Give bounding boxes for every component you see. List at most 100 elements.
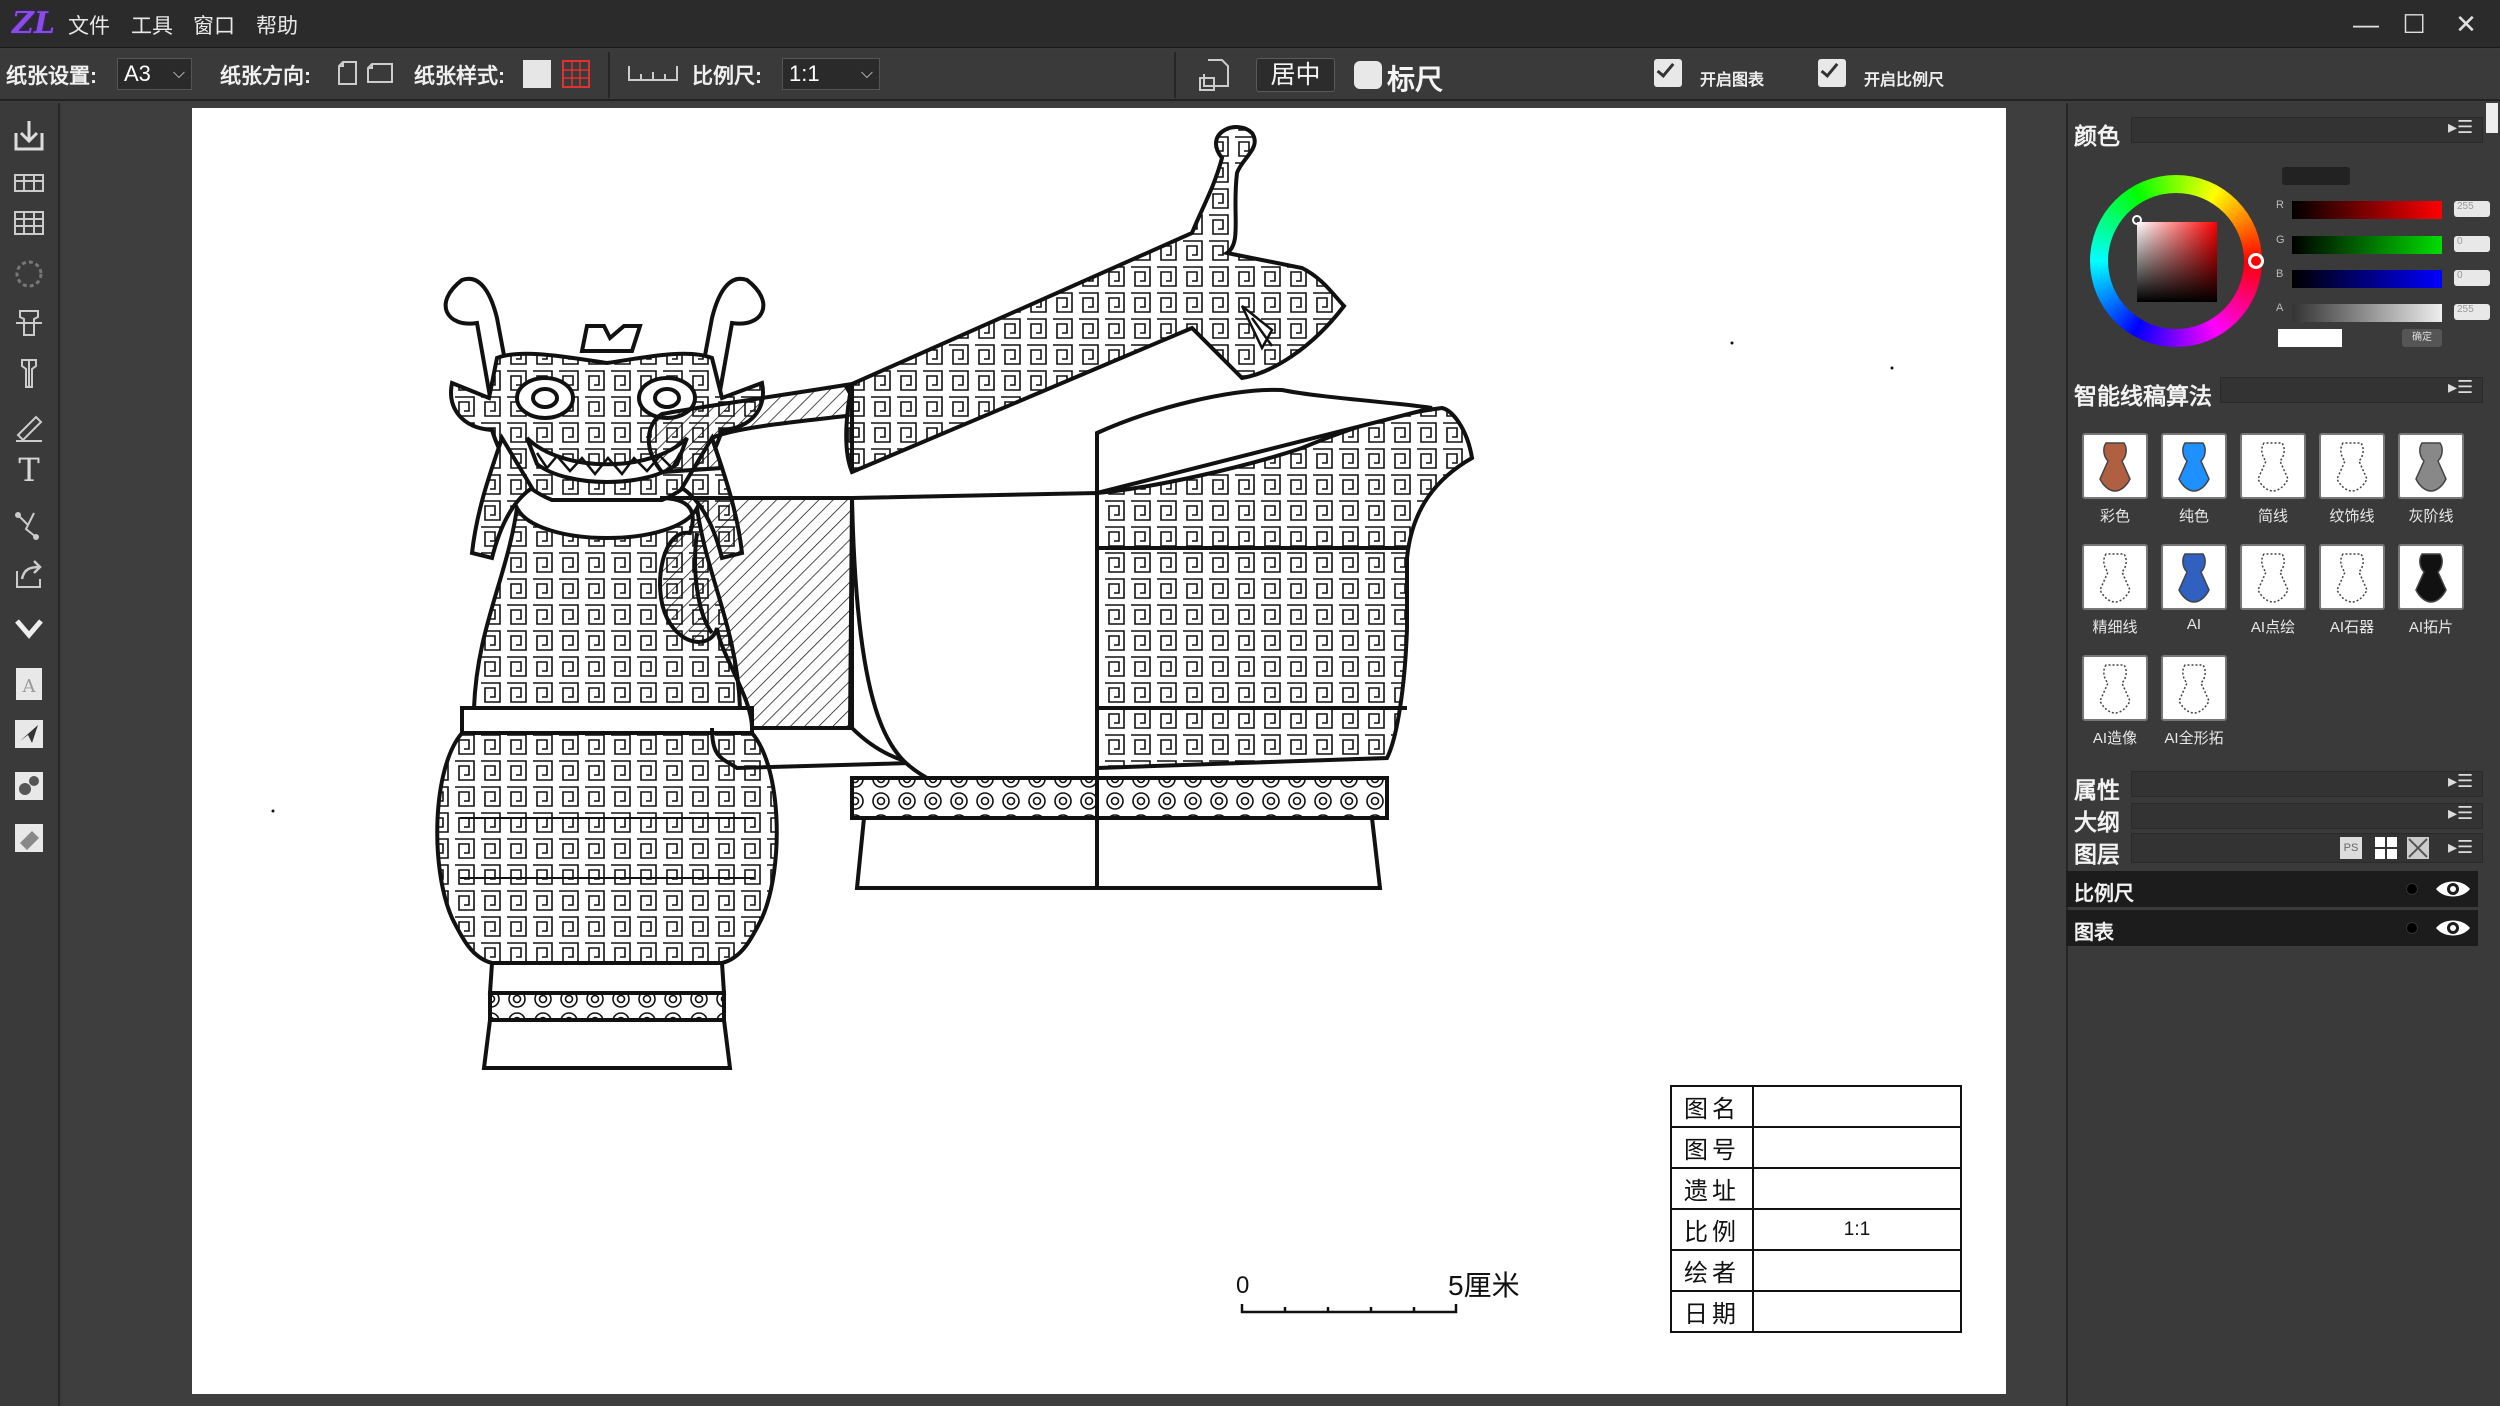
algorithm-label: 纯色 <box>2178 508 2209 525</box>
algorithm-thumbnail[interactable] <box>2161 655 2227 721</box>
plain-paper-swatch[interactable] <box>523 60 551 88</box>
grid-layout-icon[interactable] <box>2374 836 2398 860</box>
toolbar-separator <box>608 52 610 98</box>
algorithm-thumbnail[interactable] <box>2398 544 2464 610</box>
algorithm-thumbnail[interactable] <box>2082 433 2148 499</box>
paper-center-icon[interactable] <box>1198 56 1234 92</box>
ruler-checkbox[interactable] <box>1354 61 1382 89</box>
algorithm-label: AI点绘 <box>2250 619 2296 636</box>
send-icon[interactable] <box>8 713 50 755</box>
scrollbar-thumb[interactable] <box>2486 103 2498 133</box>
table-cell-value[interactable] <box>1752 1290 1962 1333</box>
import-icon[interactable] <box>8 115 50 157</box>
algorithm-thumbnail[interactable] <box>2082 544 2148 610</box>
export-icon[interactable] <box>8 553 50 595</box>
properties-panel-title[interactable]: 属性 <box>2074 771 2120 805</box>
grid-icon[interactable] <box>8 201 50 243</box>
maximize-button[interactable]: ☐ <box>2384 4 2444 44</box>
outline-panel-title[interactable]: 大纲 <box>2074 803 2120 837</box>
channel-r-value[interactable]: 255 <box>2454 201 2490 217</box>
algorithm-panel-header <box>2220 377 2483 403</box>
channel-r-slider[interactable] <box>2292 201 2442 219</box>
panel-menu-icon[interactable]: ▸☰ <box>2448 377 2473 398</box>
hue-handle[interactable] <box>2248 253 2264 269</box>
scale-bar <box>1240 1304 1458 1314</box>
table-icon[interactable] <box>8 161 50 203</box>
table-cell-value[interactable]: 1:1 <box>1752 1208 1962 1251</box>
chevron-down-icon[interactable] <box>8 607 50 649</box>
pattern-icon[interactable] <box>8 765 50 807</box>
algorithm-thumbnail[interactable] <box>2161 433 2227 499</box>
algorithm-thumbnail[interactable] <box>2398 433 2464 499</box>
properties-panel-header <box>2131 771 2483 797</box>
table-cell-value[interactable] <box>1752 1167 1962 1210</box>
menu-window[interactable]: 窗口 <box>193 10 235 40</box>
channel-b-slider[interactable] <box>2292 270 2442 288</box>
close-button[interactable]: ✕ <box>2436 4 2496 44</box>
scale-bar-start-label: 0 <box>1236 1272 1250 1299</box>
menu-file[interactable]: 文件 <box>68 10 110 40</box>
panel-menu-icon[interactable]: ▸☰ <box>2448 771 2473 792</box>
panel-menu-icon[interactable]: ▸☰ <box>2448 803 2473 824</box>
delete-layer-icon[interactable] <box>2406 836 2430 860</box>
node-edit-icon[interactable] <box>8 503 50 545</box>
table-cell-value[interactable] <box>1752 1249 1962 1292</box>
eraser-pen-icon[interactable] <box>8 405 50 447</box>
layer-row-scale[interactable]: 比例尺 <box>2066 871 2478 907</box>
watermark-icon[interactable]: A <box>8 663 50 705</box>
text-tool-icon[interactable]: T <box>8 449 50 491</box>
layer-dot-icon[interactable] <box>2406 922 2418 934</box>
center-button[interactable]: 居中 <box>1256 58 1335 92</box>
color-hex-field[interactable] <box>2282 167 2350 185</box>
menu-tools[interactable]: 工具 <box>131 10 173 40</box>
ps-icon[interactable]: PS <box>2340 837 2362 859</box>
paper-size-select[interactable]: A3 ⌵ <box>117 58 192 90</box>
scale-select[interactable]: 1:1 ⌵ <box>782 58 880 90</box>
algorithm-thumbnail[interactable] <box>2319 544 2385 610</box>
vessel-profile-icon[interactable] <box>8 353 50 395</box>
enable-scale-checkbox[interactable] <box>1818 59 1846 87</box>
eye-icon[interactable] <box>2434 877 2472 901</box>
algorithm-label: 简线 <box>2257 508 2288 525</box>
channel-g-slider[interactable] <box>2292 236 2442 254</box>
table-row: 日期 <box>1670 1290 1962 1333</box>
portrait-icon[interactable] <box>336 60 360 86</box>
algorithm-thumbnail[interactable] <box>2161 544 2227 610</box>
orientation-label: 纸张方向: <box>220 65 311 88</box>
vessel-body-section-view <box>658 387 1475 890</box>
sv-handle[interactable] <box>2132 215 2142 225</box>
title-bar: ZL 文件 工具 窗口 帮助 — ☐ ✕ <box>0 0 2500 48</box>
algorithm-thumbnail[interactable] <box>2240 433 2306 499</box>
layer-row-chart[interactable]: 图表 <box>2066 910 2478 946</box>
enable-chart-checkbox[interactable] <box>1654 59 1682 87</box>
panel-menu-icon[interactable]: ▸☰ <box>2448 117 2473 138</box>
channel-a-slider[interactable] <box>2292 304 2442 322</box>
algorithm-thumbnail[interactable] <box>2240 544 2306 610</box>
algorithm-label: 纹饰线 <box>2329 508 2375 525</box>
eraser-icon[interactable] <box>8 817 50 859</box>
channel-a-value[interactable]: 255 <box>2454 304 2490 320</box>
paper-size-value: A3 <box>124 61 151 86</box>
vessel-select-icon[interactable] <box>8 303 50 345</box>
current-color-swatch <box>2278 329 2342 347</box>
panel-menu-icon[interactable]: ▸☰ <box>2448 837 2473 858</box>
algorithm-thumbnail[interactable] <box>2082 655 2148 721</box>
algorithm-thumbnail[interactable] <box>2319 433 2385 499</box>
landscape-icon[interactable] <box>366 62 394 84</box>
lasso-icon[interactable] <box>8 253 50 295</box>
grid-paper-icon[interactable] <box>562 60 590 88</box>
table-row: 图名 <box>1670 1085 1962 1128</box>
channel-g-value[interactable]: 0 <box>2454 236 2490 252</box>
table-cell-value[interactable] <box>1752 1126 1962 1169</box>
apply-color-button[interactable]: 确定 <box>2402 329 2442 347</box>
saturation-box[interactable] <box>2137 222 2217 302</box>
tool-strip: T A <box>0 103 60 1406</box>
table-cell-value[interactable] <box>1752 1085 1962 1128</box>
scale-label: 比例尺: <box>692 65 762 88</box>
channel-b-value[interactable]: 0 <box>2454 270 2490 286</box>
layer-dot-icon[interactable] <box>2406 883 2418 895</box>
menu-help[interactable]: 帮助 <box>256 10 298 40</box>
eye-icon[interactable] <box>2434 916 2472 940</box>
channel-r-label: R <box>2276 199 2284 211</box>
chevron-down-icon: ⌵ <box>172 65 185 82</box>
